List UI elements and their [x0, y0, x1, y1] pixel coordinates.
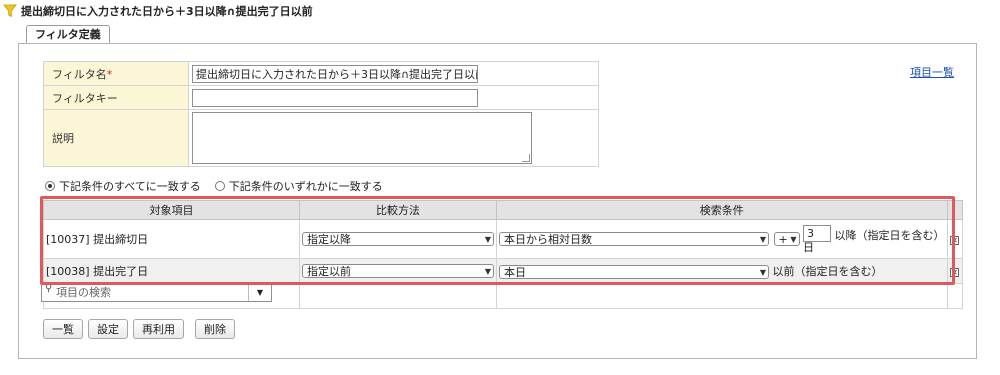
settings-button[interactable]: 設定: [88, 319, 128, 339]
search-condition-select[interactable]: 本日 ▼: [499, 265, 769, 279]
compare-method-select[interactable]: 指定以降 ▼: [302, 232, 494, 246]
condition-field: [10038] 提出完了日: [43, 258, 300, 284]
table-row: [10038] 提出完了日 指定以前 ▼ 本日 ▼ 以前（指定日を含む） ✕: [43, 258, 963, 284]
required-mark: *: [106, 67, 113, 81]
sign-select[interactable]: + ▼: [773, 232, 800, 246]
field-search-combobox[interactable]: ⚲ 項目の検索 ▼: [41, 282, 272, 302]
chevron-down-icon: ▼: [759, 234, 766, 244]
resize-handle-icon[interactable]: [522, 154, 530, 162]
action-buttons: 一覧 設定 再利用 削除: [43, 319, 235, 339]
page-title: 提出締切日に入力された日から＋3日以降∩提出完了日以前: [21, 5, 313, 18]
chevron-down-icon: ▼: [484, 234, 491, 244]
header-search-condition: 検索条件: [496, 200, 948, 220]
header-target-field: 対象項目: [43, 200, 300, 220]
compare-method-select[interactable]: 指定以前 ▼: [302, 264, 494, 278]
match-mode-group: 下記条件のすべてに一致する 下記条件のいずれかに一致する: [45, 178, 383, 194]
search-condition-select[interactable]: 本日から相対日数 ▼: [499, 232, 769, 246]
chevron-down-icon: ▼: [790, 234, 797, 244]
delete-button[interactable]: 削除: [195, 319, 235, 339]
condition-suffix: 以降（指定日を含む）: [834, 229, 945, 242]
field-search-input[interactable]: 項目の検索: [56, 286, 111, 299]
filter-key-input[interactable]: [192, 88, 478, 107]
header-compare-method: 比較方法: [299, 200, 497, 220]
relative-days-input[interactable]: 3: [803, 224, 831, 242]
chevron-down-icon: ▼: [484, 266, 491, 276]
match-any-label: 下記条件のいずれかに一致する: [228, 180, 383, 193]
filter-definition-table: フィルタ名* 提出締切日に入力された日から＋3日以降∩提出完了日以前 フィルタキ…: [43, 61, 599, 167]
search-icon: ⚲: [45, 283, 53, 294]
delete-row-icon[interactable]: ✕: [950, 235, 959, 245]
days-unit-label: 日: [803, 240, 814, 254]
filter-key-label: フィルタキー: [43, 85, 189, 110]
match-any-radio[interactable]: [214, 181, 225, 191]
list-button[interactable]: 一覧: [43, 319, 83, 339]
reuse-button[interactable]: 再利用: [133, 319, 184, 339]
filter-name-label: フィルタ名*: [43, 61, 189, 86]
condition-suffix: 以前（指定日を含む）: [772, 265, 883, 278]
description-textarea[interactable]: [192, 112, 532, 164]
chevron-down-icon[interactable]: ▼: [248, 283, 271, 301]
condition-field: [10037] 提出締切日: [43, 219, 300, 259]
tab-filter-definition[interactable]: フィルタ定義: [26, 25, 110, 44]
filter-icon: [3, 4, 17, 18]
delete-row-icon[interactable]: ✕: [950, 267, 959, 277]
description-label: 説明: [43, 109, 189, 167]
filter-name-input[interactable]: 提出締切日に入力された日から＋3日以降∩提出完了日以前: [192, 64, 478, 83]
match-all-label: 下記条件のすべてに一致する: [59, 180, 201, 193]
match-all-radio[interactable]: [45, 181, 55, 191]
filter-definition-panel: 項目一覧 フィルタ名* 提出締切日に入力された日から＋3日以降∩提出完了日以前 …: [18, 43, 977, 359]
table-row: [10037] 提出締切日 指定以降▼ 本日から相対日数▼ +▼ 3 日: [43, 219, 963, 259]
page-header: 提出締切日に入力された日から＋3日以降∩提出完了日以前: [0, 0, 313, 22]
chevron-down-icon: ▼: [759, 267, 766, 277]
item-list-link[interactable]: 項目一覧: [910, 64, 954, 80]
